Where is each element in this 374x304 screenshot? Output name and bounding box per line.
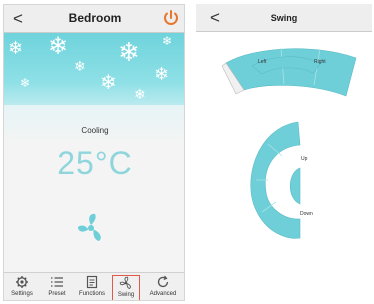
tab-label: Settings	[11, 291, 33, 297]
tab-label: Functions	[78, 291, 105, 297]
swing-up-label[interactable]: Up	[301, 156, 308, 162]
vertical-swing-control[interactable]: Up Down	[250, 121, 313, 239]
nav-bar: < Bedroom	[4, 5, 184, 33]
list-icon	[51, 277, 63, 287]
back-button[interactable]: <	[9, 9, 27, 29]
gear-icon	[16, 276, 28, 288]
tab-settings[interactable]: Settings	[5, 275, 39, 300]
bedroom-screen: < Bedroom ❄ ❄ ❄ ❄ ❄ ❄ ❄ ❄ ❄ Cooling 25°C	[3, 4, 185, 301]
tab-advanced[interactable]: Advanced	[143, 275, 183, 300]
swing-control-area: Left Right Up Down	[221, 47, 357, 239]
screenshot-root: < Bedroom ❄ ❄ ❄ ❄ ❄ ❄ ❄ ❄ ❄ Cooling 25°C	[0, 0, 374, 304]
snowflake-icon: ❄	[20, 76, 31, 90]
swing-screen: < Swing Left Right Up Down	[196, 4, 372, 301]
page-title: Swing	[270, 13, 298, 23]
bottom-tab-bar: Settings Preset Functions Swing Advanced	[4, 272, 184, 300]
snowflake-icon: ❄	[8, 38, 24, 58]
temperature-display: 25°C	[57, 145, 133, 181]
fan-icon	[119, 276, 131, 289]
swing-right-label[interactable]: Right	[314, 59, 326, 65]
tab-label: Advanced	[149, 291, 177, 297]
swing-down-label[interactable]: Down	[300, 211, 313, 217]
snowflake-icon: ❄	[162, 34, 173, 48]
tab-preset[interactable]: Preset	[42, 275, 72, 300]
horizontal-swing-control[interactable]: Left Right	[221, 47, 357, 97]
snowflake-icon: ❄	[118, 37, 140, 67]
cooling-background: ❄ ❄ ❄ ❄ ❄ ❄ ❄ ❄ ❄	[4, 33, 184, 115]
power-icon[interactable]	[162, 9, 180, 27]
snowflake-icon: ❄	[134, 86, 146, 102]
tab-label: Swing	[117, 292, 135, 298]
tab-label: Preset	[48, 291, 66, 297]
page-title: Bedroom	[68, 11, 122, 25]
snowflake-icon: ❄	[48, 33, 69, 60]
tab-swing[interactable]: Swing	[112, 275, 140, 300]
swing-left-label[interactable]: Left	[258, 59, 267, 65]
document-icon	[86, 275, 98, 289]
snowflake-icon: ❄	[74, 58, 86, 74]
back-button[interactable]: <	[206, 8, 224, 28]
tab-functions[interactable]: Functions	[75, 275, 109, 300]
background-fade	[4, 105, 184, 145]
mode-label: Cooling	[81, 126, 109, 135]
nav-bar: < Swing	[196, 4, 372, 32]
snowflake-icon: ❄	[100, 72, 117, 94]
refresh-icon	[157, 275, 169, 288]
snowflake-icon: ❄	[154, 64, 170, 84]
fan-icon	[78, 213, 101, 241]
